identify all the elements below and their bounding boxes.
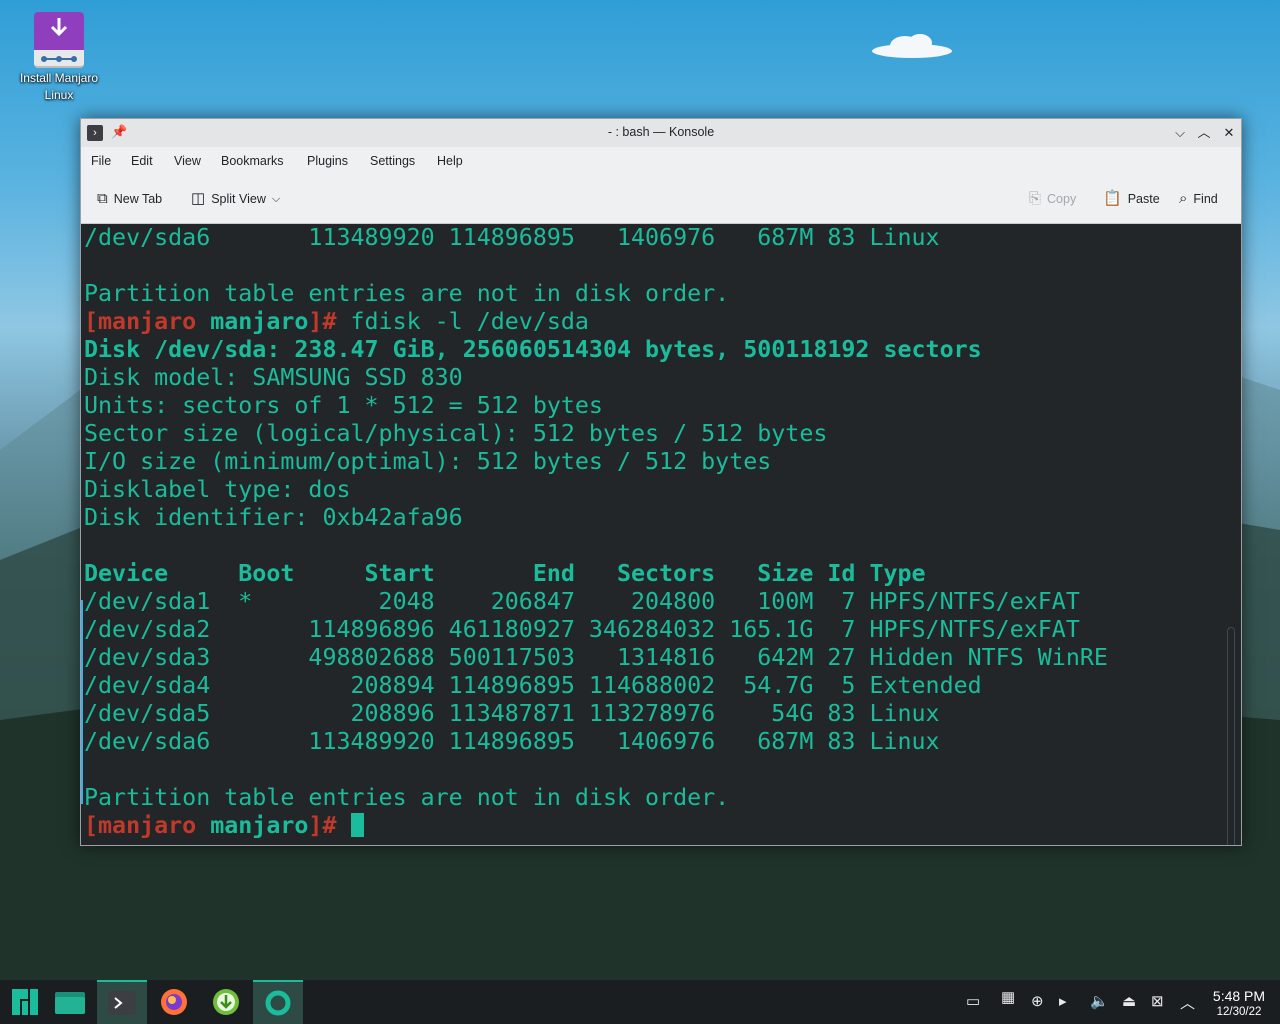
terminal-line: Partition table entries are not in disk … — [84, 280, 730, 307]
window-titlebar[interactable]: › 📌 - : bash — Konsole ⌵ ︿ ✕ — [81, 119, 1241, 147]
taskbar-app-running[interactable] — [253, 980, 303, 1024]
new-tab-button[interactable]: ⧉ New Tab — [97, 191, 162, 207]
prompt-bracket-open: [manjaro — [84, 308, 211, 335]
terminal-line: /dev/sda6 113489920 114896895 1406976 68… — [84, 224, 940, 251]
terminal-line: Disk /dev/sda: 238.47 GiB, 256060514304 … — [84, 336, 982, 363]
maximize-button[interactable]: ︿ — [1193, 122, 1215, 144]
minimize-button[interactable]: ⌵ — [1169, 122, 1191, 144]
partition-row: /dev/sda2 114896896 461180927 346284032 … — [84, 616, 1080, 643]
taskbar-firefox[interactable] — [149, 980, 199, 1024]
network-disconnected-icon[interactable]: ⊠ — [1151, 992, 1164, 1010]
terminal-line: Disklabel type: dos — [84, 476, 351, 503]
partition-row: /dev/sda4 208894 114896895 114688002 54.… — [84, 672, 982, 699]
clock-time: 5:48 PM — [1212, 988, 1266, 1004]
find-button[interactable]: ⌕ Find — [1179, 191, 1218, 207]
taskbar-installer[interactable] — [201, 980, 251, 1024]
terminal-line: Disk model: SAMSUNG SSD 830 — [84, 364, 463, 391]
split-view-icon: ◫ — [191, 190, 206, 207]
download-icon — [213, 989, 239, 1015]
updates-icon[interactable]: ⊕ — [1031, 992, 1044, 1010]
copy-label: Copy — [1047, 192, 1077, 206]
paste-label: Paste — [1127, 192, 1160, 206]
konsole-window: › 📌 - : bash — Konsole ⌵ ︿ ✕ File Edit V… — [80, 118, 1242, 846]
partition-table-header: Device Boot Start End Sectors Size Id Ty… — [84, 560, 926, 587]
terminal-prompt-line: [manjaro manjaro]# — [84, 812, 1108, 840]
show-desktop-icon[interactable]: ▭ — [966, 992, 980, 1010]
menu-view[interactable]: View — [174, 154, 201, 168]
copy-icon: ⎘ — [1029, 190, 1042, 207]
partition-row: /dev/sda1 * 2048 206847 204800 100M 7 HP… — [84, 588, 1080, 615]
copy-button[interactable]: ⎘ Copy — [1029, 191, 1076, 207]
command-text: fdisk -l /dev/sda — [350, 308, 589, 335]
search-icon: ⌕ — [1179, 190, 1188, 207]
new-tab-icon: ⧉ — [97, 190, 108, 207]
prompt-user: manjaro — [210, 308, 309, 335]
cloud-decoration — [872, 34, 954, 60]
terminal-left-marker — [81, 600, 83, 804]
toolbar: ⧉ New Tab ◫ Split View ⌵ ⎘ Copy 📋 Paste … — [81, 177, 1241, 224]
usb-device-icon[interactable]: ⏏ — [1122, 992, 1136, 1010]
terminal-prompt-line: [manjaro manjaro]# fdisk -l /dev/sda — [84, 308, 1108, 336]
desktop-icon-label: Install Manjaro Linux — [19, 71, 99, 102]
find-label: Find — [1193, 192, 1218, 206]
window-title: - : bash — Konsole — [607, 125, 715, 139]
system-clock[interactable]: 5:48 PM 12/30/22 — [1206, 988, 1272, 1019]
folder-icon — [55, 992, 85, 1014]
menu-plugins[interactable]: Plugins — [307, 154, 348, 168]
circle-app-icon — [265, 990, 291, 1016]
menu-edit[interactable]: Edit — [131, 154, 153, 168]
terminal-line: Sector size (logical/physical): 512 byte… — [84, 420, 828, 447]
menu-file[interactable]: File — [91, 154, 111, 168]
application-launcher[interactable] — [0, 980, 50, 1024]
prompt-user: manjaro — [210, 812, 309, 839]
chevron-up-icon[interactable]: ︿ — [1180, 992, 1195, 1013]
prompt-bracket-close: ]# — [308, 308, 351, 335]
taskbar-konsole[interactable] — [97, 980, 147, 1024]
pager-icon[interactable]: ▦ — [1001, 988, 1015, 1006]
terminal-line: Disk identifier: 0xb42afa96 — [84, 504, 463, 531]
paste-button[interactable]: 📋 Paste — [1103, 191, 1160, 207]
terminal-output: /dev/sda6 113489920 114896895 1406976 68… — [84, 224, 1108, 840]
split-view-button[interactable]: ◫ Split View ⌵ — [191, 191, 280, 207]
paste-icon: 📋 — [1103, 190, 1122, 207]
menu-bookmarks[interactable]: Bookmarks — [221, 154, 284, 168]
chevron-down-icon[interactable]: ⌵ — [272, 191, 280, 207]
manjaro-logo-icon — [12, 989, 38, 1015]
terminal-cursor — [350, 813, 364, 837]
taskbar: ▭ ▦ ⊕ ▸ 🔈 ⏏ ⊠ ︿ — [0, 980, 1280, 1024]
firefox-icon — [161, 989, 187, 1015]
split-view-label: Split View — [211, 192, 266, 206]
terminal-tray-icon[interactable]: ▸ — [1059, 992, 1067, 1010]
partition-row: /dev/sda3 498802688 500117503 1314816 64… — [84, 644, 1108, 671]
menu-bar: File Edit View Bookmarks Plugins Setting… — [81, 147, 1241, 177]
prompt-bracket-open: [manjaro — [84, 812, 211, 839]
partition-row: /dev/sda5 208896 113487871 113278976 54G… — [84, 700, 940, 727]
prompt-bracket-close: ]# — [308, 812, 351, 839]
taskbar-file-manager[interactable] — [45, 980, 95, 1024]
volume-icon[interactable]: 🔈 — [1090, 992, 1109, 1010]
clock-date: 12/30/22 — [1216, 1006, 1262, 1018]
new-tab-label: New Tab — [113, 192, 163, 206]
partition-row: /dev/sda6 113489920 114896895 1406976 68… — [84, 728, 940, 755]
terminal-scrollbar[interactable] — [1227, 627, 1235, 845]
terminal-view[interactable]: /dev/sda6 113489920 114896895 1406976 68… — [81, 224, 1241, 845]
terminal-line: Partition table entries are not in disk … — [84, 784, 730, 811]
install-manjaro-icon — [32, 10, 86, 68]
menu-help[interactable]: Help — [437, 154, 463, 168]
desktop-icon-install-manjaro[interactable]: Install Manjaro Linux — [12, 10, 106, 104]
close-button[interactable]: ✕ — [1218, 122, 1240, 144]
terminal-line: Units: sectors of 1 * 512 = 512 bytes — [84, 392, 603, 419]
menu-settings[interactable]: Settings — [370, 154, 415, 168]
terminal-icon — [108, 991, 136, 1015]
terminal-line: I/O size (minimum/optimal): 512 bytes / … — [84, 448, 772, 475]
